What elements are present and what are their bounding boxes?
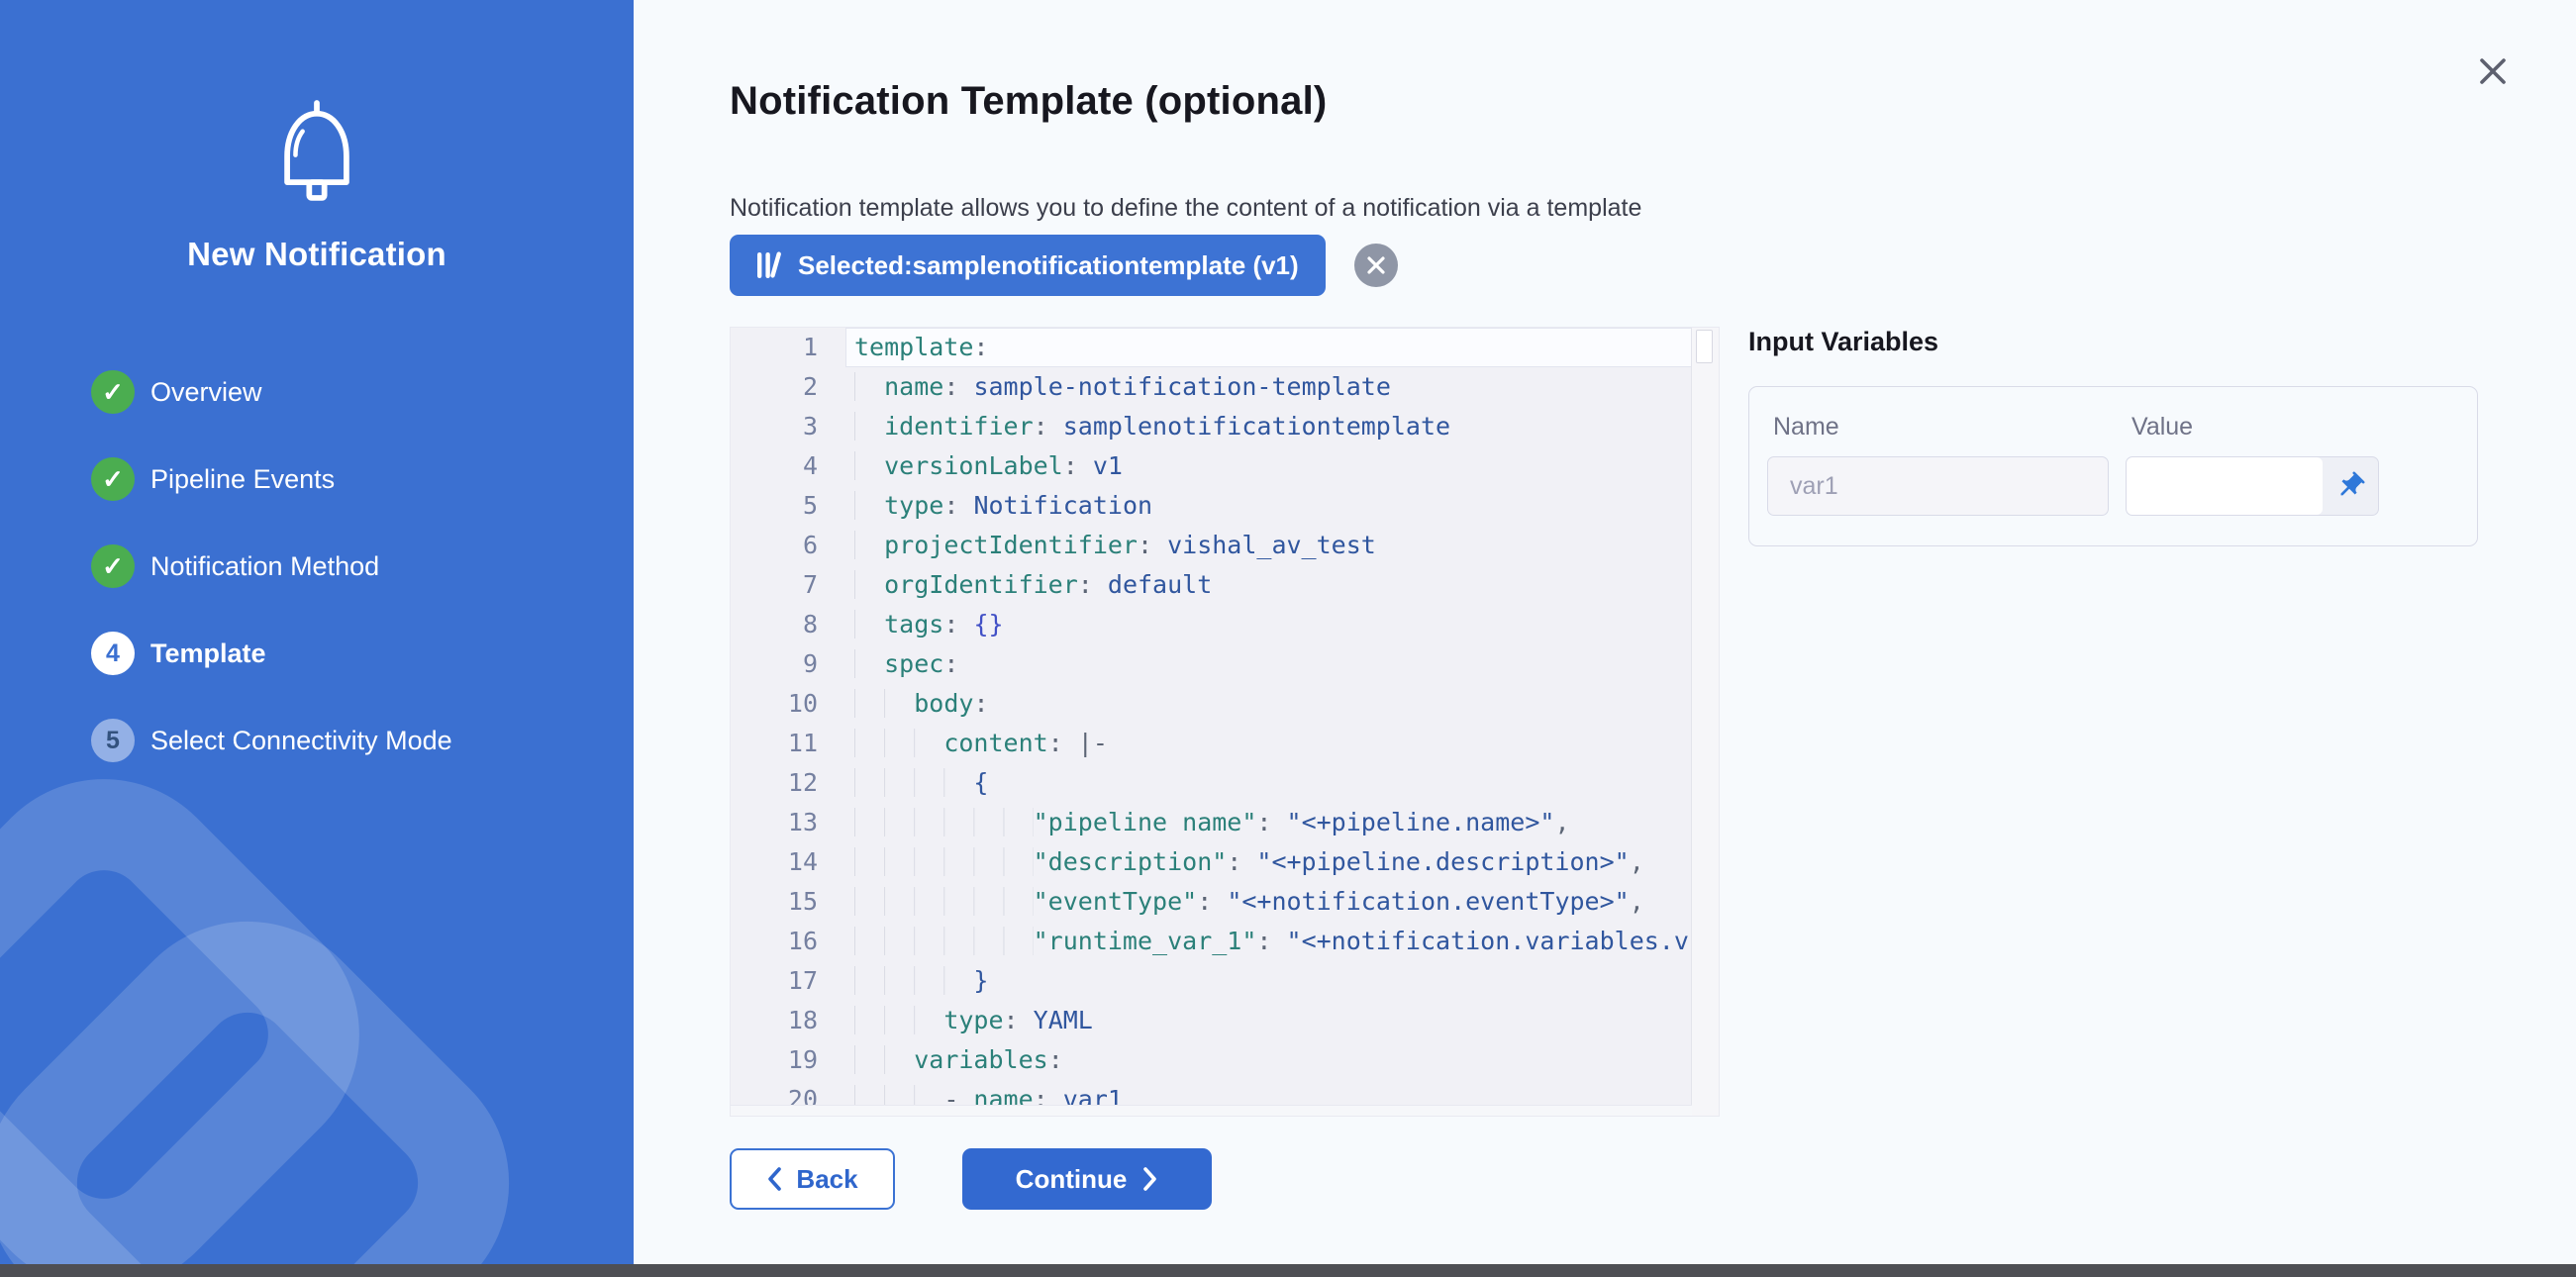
step-label: Select Connectivity Mode [150, 726, 452, 756]
step-pipeline-events[interactable]: ✓ Pipeline Events [91, 457, 452, 501]
new-notification-wizard: New Notification ✓ Overview ✓ Pipeline E… [0, 0, 2576, 1277]
step-label: Overview [150, 377, 262, 408]
code-line[interactable]: 15 "eventType": "<+notification.eventTyp… [731, 882, 1692, 922]
name-column-label: Name [1773, 413, 1839, 442]
code-line[interactable]: 7 orgIdentifier: default [731, 565, 1692, 605]
code-line[interactable]: 1template: [731, 328, 1692, 367]
code-line[interactable]: 13 "pipeline name": "<+pipeline.name>", [731, 803, 1692, 842]
code-line[interactable]: 9 spec: [731, 644, 1692, 684]
step-overview[interactable]: ✓ Overview [91, 370, 452, 414]
value-column-label: Value [2131, 413, 2193, 442]
input-variables-heading: Input Variables [1748, 327, 1938, 357]
back-button[interactable]: Back [730, 1148, 895, 1210]
code-line[interactable]: 19 variables: [731, 1040, 1692, 1080]
remove-template-button[interactable] [1354, 244, 1398, 287]
code-line[interactable]: 17 } [731, 961, 1692, 1001]
step-select-connectivity-mode[interactable]: 5 Select Connectivity Mode [91, 719, 452, 762]
bottom-bar [0, 1264, 2576, 1277]
step-done-icon: ✓ [91, 457, 135, 501]
variable-value-group [2126, 456, 2379, 516]
chevron-right-icon [1142, 1166, 1158, 1192]
step-label: Pipeline Events [150, 464, 335, 495]
page-title: Notification Template (optional) [730, 79, 1327, 124]
step-notification-method[interactable]: ✓ Notification Method [91, 544, 452, 588]
step-number-badge: 4 [91, 632, 135, 675]
continue-label: Continue [1016, 1164, 1128, 1195]
chevron-left-icon [766, 1166, 782, 1192]
code-line[interactable]: 4 versionLabel: v1 [731, 446, 1692, 486]
step-label: Notification Method [150, 551, 379, 582]
scrollbar-thumb[interactable] [1696, 330, 1713, 363]
input-variables-card: Name Value [1748, 386, 2478, 546]
editor-horizontal-scrollbar[interactable] [731, 1105, 1692, 1116]
variable-value-field[interactable] [2127, 457, 2323, 515]
close-circle-icon [1366, 255, 1386, 275]
code-line[interactable]: 6 projectIdentifier: vishal_av_test [731, 526, 1692, 565]
continue-button[interactable]: Continue [962, 1148, 1212, 1210]
step-template[interactable]: 4 Template [91, 632, 452, 675]
variable-name-field[interactable] [1767, 456, 2109, 516]
selected-template-row: Selected:samplenotificationtemplate (v1) [730, 235, 1398, 296]
code-line[interactable]: 2 name: sample-notification-template [731, 367, 1692, 407]
wizard-title: New Notification [0, 236, 634, 273]
yaml-editor[interactable]: 1template:2 name: sample-notification-te… [730, 327, 1720, 1117]
wizard-steps: ✓ Overview ✓ Pipeline Events ✓ Notificat… [91, 370, 452, 806]
code-line[interactable]: 3 identifier: samplenotificationtemplate [731, 407, 1692, 446]
code-line[interactable]: 11 content: |- [731, 724, 1692, 763]
code-line[interactable]: 18 type: YAML [731, 1001, 1692, 1040]
code-line[interactable]: 16 "runtime_var_1": "<+notification.vari… [731, 922, 1692, 961]
back-label: Back [796, 1164, 857, 1195]
pin-icon[interactable] [2323, 457, 2378, 515]
template-step-panel: Notification Template (optional) Notific… [634, 0, 2576, 1277]
code-line[interactable]: 14 "description": "<+pipeline.descriptio… [731, 842, 1692, 882]
page-subtitle: Notification template allows you to defi… [730, 194, 1641, 223]
code-line[interactable]: 10 body: [731, 684, 1692, 724]
step-done-icon: ✓ [91, 370, 135, 414]
selected-template-label: Selected:samplenotificationtemplate (v1) [798, 250, 1299, 281]
code-line[interactable]: 5 type: Notification [731, 486, 1692, 526]
step-done-icon: ✓ [91, 544, 135, 588]
code-editor-lines: 1template:2 name: sample-notification-te… [731, 328, 1692, 1106]
close-icon[interactable] [2469, 48, 2517, 95]
editor-vertical-scrollbar[interactable] [1691, 328, 1719, 1116]
step-label: Template [150, 638, 266, 669]
code-line[interactable]: 8 tags: {} [731, 605, 1692, 644]
code-line[interactable]: 12 { [731, 763, 1692, 803]
selected-template-chip[interactable]: Selected:samplenotificationtemplate (v1) [730, 235, 1326, 296]
template-library-icon [756, 250, 783, 280]
wizard-sidebar: New Notification ✓ Overview ✓ Pipeline E… [0, 0, 634, 1277]
step-number-badge: 5 [91, 719, 135, 762]
code-line[interactable]: 20 - name: var1 [731, 1080, 1692, 1106]
bell-icon [259, 97, 374, 230]
